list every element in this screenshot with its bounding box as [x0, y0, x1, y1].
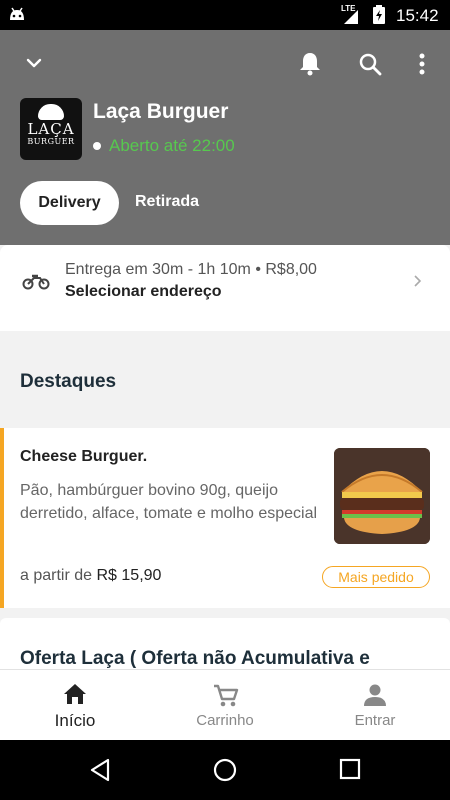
- clock: 15:42: [396, 6, 439, 25]
- burger-logo-icon: [38, 104, 64, 120]
- product-price: R$ 15,90: [96, 567, 162, 584]
- delivery-info-card[interactable]: Entrega em 30m - 1h 10m • R$8,00 Selecio…: [0, 245, 450, 331]
- product-price-row: a partir de R$ 15,90: [20, 567, 161, 585]
- logo-subtext: BURGUER: [27, 137, 75, 146]
- bottom-navigation: Início Carrinho Entrar: [0, 669, 450, 740]
- signal-icon: [344, 10, 358, 24]
- open-status: Aberto até 22:00: [109, 136, 235, 155]
- person-icon: [364, 684, 386, 706]
- chevron-down-icon[interactable]: [24, 53, 44, 73]
- nav-label: Entrar: [354, 712, 396, 729]
- product-description: Pão, hambúrguer bovino 90g, queijo derre…: [20, 482, 318, 522]
- home-icon: [64, 684, 86, 704]
- burger-image: [334, 448, 430, 544]
- store-header: LAÇA BURGUER Laça Burguer Aberto até 22:…: [0, 30, 450, 245]
- select-address[interactable]: Selecionar endereço: [65, 283, 222, 301]
- product-name: Cheese Burguer.: [20, 448, 148, 465]
- nav-label: Início: [54, 711, 96, 730]
- status-dot: [93, 142, 101, 150]
- recents-icon[interactable]: [339, 758, 361, 780]
- store-logo: LAÇA BURGUER: [20, 98, 82, 160]
- product-image: [334, 448, 430, 544]
- android-icon: [10, 7, 24, 20]
- nav-label: Carrinho: [196, 712, 254, 729]
- popular-badge: Mais pedido: [322, 566, 430, 588]
- logo-text: LAÇA: [27, 120, 75, 138]
- battery-charging-icon: [373, 5, 385, 24]
- more-vert-icon[interactable]: [418, 52, 426, 76]
- status-bar: LTE 15:42: [0, 0, 450, 30]
- nav-inicio[interactable]: Início: [0, 670, 150, 741]
- section-title-oferta: Oferta Laça ( Oferta não Acumulativa e: [20, 648, 370, 669]
- motorcycle-icon: [22, 274, 50, 290]
- home-circle-icon[interactable]: [213, 758, 237, 782]
- nav-entrar[interactable]: Entrar: [300, 670, 450, 741]
- tab-retirada[interactable]: Retirada: [135, 193, 199, 211]
- back-icon[interactable]: [88, 758, 112, 782]
- price-prefix: a partir de: [20, 567, 93, 584]
- chevron-right-icon: [414, 275, 422, 287]
- delivery-time-fee: Entrega em 30m - 1h 10m • R$8,00: [65, 261, 317, 278]
- cart-icon: [214, 684, 239, 707]
- system-navigation-bar: [0, 740, 450, 800]
- bell-icon[interactable]: [298, 51, 322, 77]
- section-title-destaques: Destaques: [20, 371, 117, 392]
- store-name: Laça Burguer: [93, 100, 229, 123]
- product-card[interactable]: Cheese Burguer. Pão, hambúrguer bovino 9…: [0, 428, 450, 608]
- nav-carrinho[interactable]: Carrinho: [150, 670, 300, 741]
- tab-delivery[interactable]: Delivery: [20, 181, 119, 225]
- search-icon[interactable]: [358, 52, 382, 76]
